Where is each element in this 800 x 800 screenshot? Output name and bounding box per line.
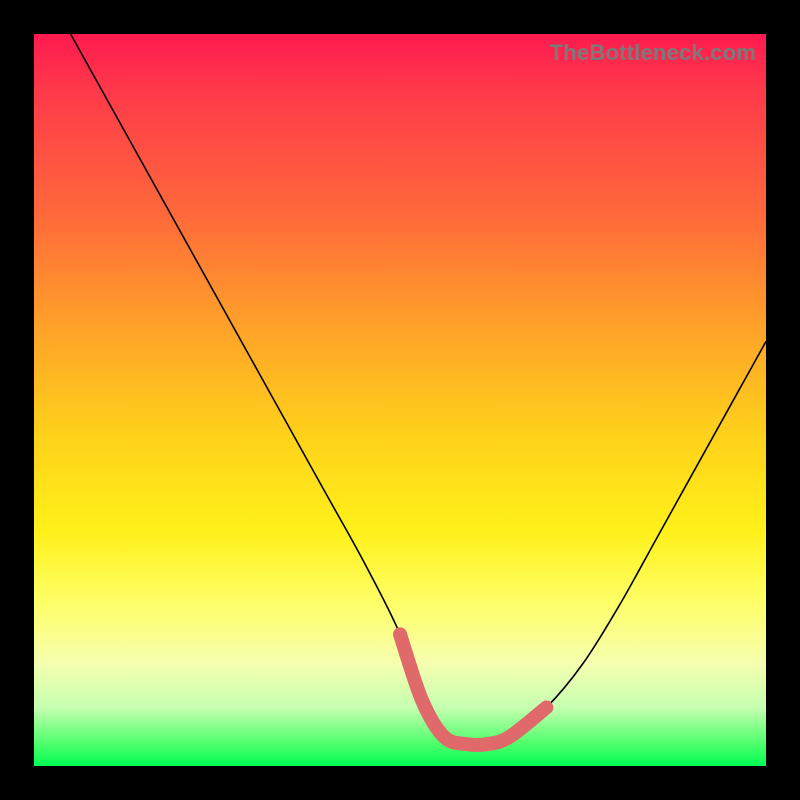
plot-area: TheBottleneck.com: [34, 34, 766, 766]
chart-frame: TheBottleneck.com: [0, 0, 800, 800]
curve-svg: [34, 34, 766, 766]
trough-highlight: [400, 634, 546, 745]
bottleneck-curve: [71, 34, 766, 745]
